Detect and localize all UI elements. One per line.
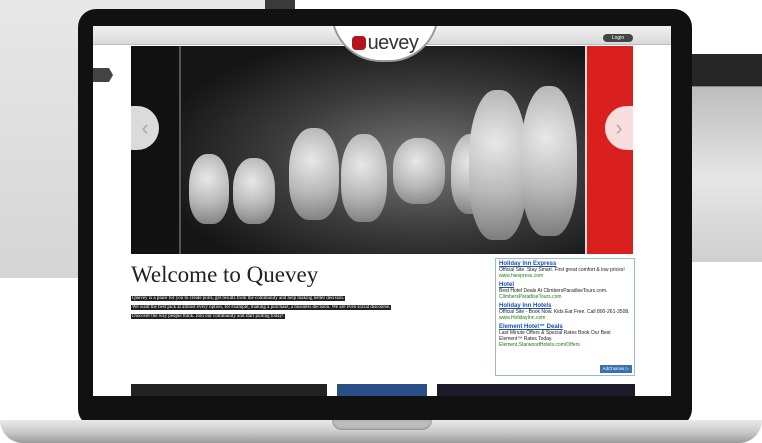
hero-slider <box>131 46 633 254</box>
ad-item[interactable]: Hotel Best Hotel Deals At ClimbersParadi… <box>499 282 631 300</box>
adchoices-badge[interactable]: AdChoices ▷ <box>599 365 632 373</box>
foot-image <box>469 90 527 240</box>
hero-prev-slide <box>131 46 181 254</box>
welcome-heading: Welcome to Quevey <box>131 262 319 287</box>
ad-url[interactable]: Element.StarwoodHotels.com/Offers <box>499 342 631 348</box>
background-panel-right-top <box>690 54 762 86</box>
thumbnail-tile[interactable] <box>437 384 635 396</box>
intro-line: Quevey is a place for you to create poll… <box>131 296 346 301</box>
intro-line: We want the best pick at almost every op… <box>131 305 392 310</box>
laptop-notch <box>332 420 432 430</box>
thumbnail-tile[interactable] <box>131 384 327 396</box>
thumbnail-tile[interactable] <box>337 384 427 396</box>
hero-photo <box>181 46 585 254</box>
foot-image <box>289 128 339 220</box>
ad-panel: Holiday Inn Express Official Site. Stay … <box>495 258 635 376</box>
side-tab-marker[interactable] <box>93 68 113 82</box>
foot-image <box>521 86 577 236</box>
logo-text: uevey <box>367 31 419 54</box>
ad-url[interactable]: www.hiexpress.com <box>499 273 631 279</box>
logo-q-icon <box>351 36 366 50</box>
screen: Login uevey ‹ › Welcome to Quevey Quevey… <box>93 26 671 396</box>
intro-line: Discover the way people think. Join our … <box>131 314 285 319</box>
ad-description: Last Minute Offers & Special Rates Book … <box>499 330 611 342</box>
login-button[interactable]: Login <box>603 34 633 42</box>
ad-item[interactable]: Element Hotel™ Deals Last Minute Offers … <box>499 324 631 348</box>
foot-image <box>341 134 387 222</box>
foot-image <box>233 158 275 224</box>
ad-url[interactable]: www.HolidayInn.com <box>499 315 631 321</box>
ad-item[interactable]: Holiday Inn Hotels Official Site - Book … <box>499 303 631 321</box>
ad-url[interactable]: ClimbersParadiseTours.com <box>499 294 631 300</box>
hero-next-slide <box>585 46 633 254</box>
intro-text: Quevey is a place for you to create poll… <box>131 294 451 321</box>
foot-image <box>189 154 229 224</box>
ad-item[interactable]: Holiday Inn Express Official Site. Stay … <box>499 261 631 279</box>
foot-image <box>393 138 445 204</box>
